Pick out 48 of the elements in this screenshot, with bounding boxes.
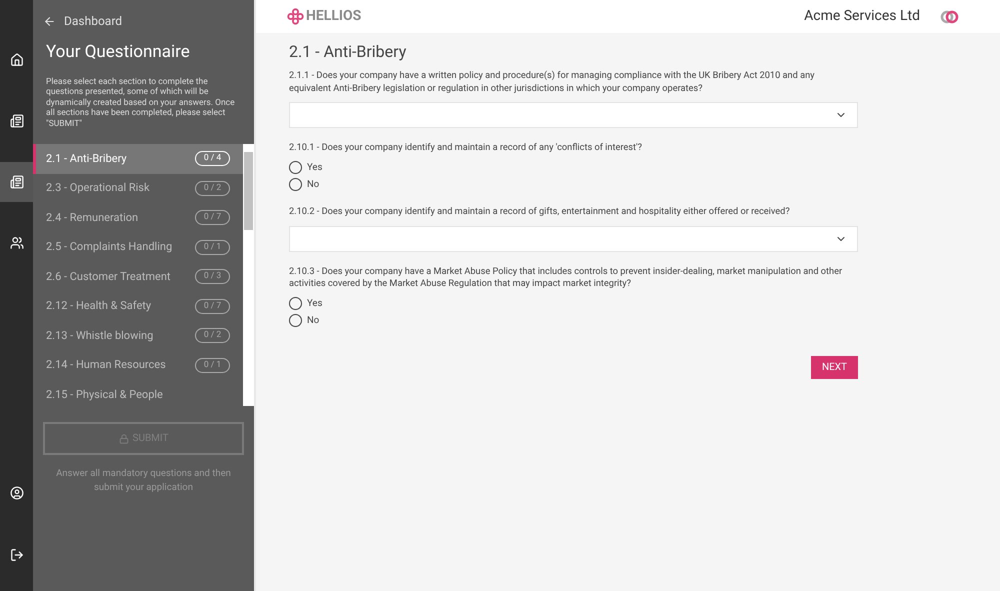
count-badge: 0 / 7 <box>195 210 230 226</box>
logout-icon <box>10 548 24 562</box>
profile-rings-icon <box>940 10 960 24</box>
count-badge: 0 / 7 <box>195 298 230 314</box>
home-icon <box>10 53 24 67</box>
section-item[interactable]: 2.15 - Physical & People <box>33 380 243 406</box>
section-item[interactable]: 2.14 - Human Resources 0 / 1 <box>33 350 243 380</box>
question-text: 2.10.2 - Does your company identify and maintain a record of gifts, entertainment and hospitality either offered or received? <box>289 206 791 218</box>
radio-button[interactable] <box>289 161 302 174</box>
sidebar-title: Your Questionnaire <box>45 41 191 64</box>
section-item[interactable]: 2.1 - Anti-Bribery 0 / 4 <box>33 144 243 174</box>
lock-icon <box>118 434 129 444</box>
section-item[interactable]: 2.13 - Whistle blowing 0 / 2 <box>33 321 243 350</box>
radio-button[interactable] <box>289 314 302 328</box>
company-name: Acme Services Ltd <box>804 7 920 26</box>
section-item[interactable]: 2.5 - Complaints Handling 0 / 1 <box>33 232 243 262</box>
section-item[interactable]: 2.6 - Customer Treatment 0 / 3 <box>33 262 243 292</box>
users-icon <box>10 236 24 250</box>
question-text: 2.1.1 - Does your company have a written policy and procedure(s) for managing compliance with the UK Bribery Act 2010 and any equivalent Anti-Bribery legislation or regulation in other jurisdictions in which your company operates? <box>289 70 816 95</box>
count-badge: 0 / 4 <box>195 151 230 166</box>
list-icon <box>10 114 24 128</box>
count-badge: 0 / 2 <box>195 328 230 344</box>
logo-icon <box>287 8 304 25</box>
count-badge: 0 / 1 <box>195 240 230 255</box>
count-badge: 0 / 1 <box>195 358 230 373</box>
scrollbar[interactable] <box>243 144 254 406</box>
radio-button[interactable] <box>289 297 302 310</box>
back-link[interactable]: Dashboard <box>33 12 254 30</box>
list-icon <box>10 175 24 189</box>
intro-text: Please select each section to complete the questions presented, some of which will be dynamically created based on your answers. Once all sections have been completed, please select "SUBMIT" <box>45 76 236 129</box>
radio-label: No <box>307 314 320 328</box>
radio-label: No <box>307 178 320 192</box>
section-item[interactable]: 2.4 - Remuneration 0 / 7 <box>33 203 243 232</box>
logo-text: HELLIOS <box>306 7 362 26</box>
question-text: 2.10.1 - Does your company identify and maintain a record of any 'conflicts of interest'? <box>289 142 643 154</box>
radio-label: Yes <box>307 160 322 174</box>
radio-button[interactable] <box>289 178 302 192</box>
next-button[interactable]: NEXT <box>811 356 858 379</box>
submit-hint: Answer all mandatory questions and then submit your application <box>55 467 232 495</box>
back-arrow-icon <box>43 14 56 28</box>
count-badge: 0 / 3 <box>195 269 230 284</box>
count-badge: 0 / 2 <box>195 180 230 196</box>
question-text: 2.10.3 - Does your company have a Market Abuse Policy that includes controls to prevent insider-dealing, market manipulation and other activities covered by the Market Abuse Regulation that may impact market integrity? <box>289 266 844 290</box>
section-heading: 2.1 - Anti-Bribery <box>289 41 408 63</box>
account-icon <box>10 486 24 500</box>
section-item[interactable]: 2.12 - Health & Safety 0 / 7 <box>33 292 243 321</box>
radio-label: Yes <box>307 296 322 310</box>
section-item[interactable]: 2.3 - Operational Risk 0 / 2 <box>33 174 243 203</box>
